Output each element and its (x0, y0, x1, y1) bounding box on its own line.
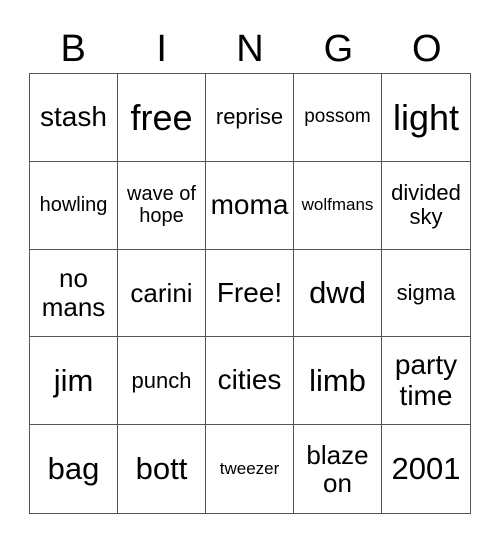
bingo-cell[interactable]: bag (30, 425, 118, 513)
bingo-cell[interactable]: limb (294, 337, 382, 426)
bingo-cell[interactable]: party time (382, 337, 470, 426)
bingo-cell[interactable]: stash (30, 74, 118, 162)
bingo-cell[interactable]: bott (118, 425, 206, 513)
bingo-cell[interactable]: possom (294, 74, 382, 162)
bingo-cell[interactable]: dwd (294, 249, 382, 338)
header-letter-g: G (323, 28, 354, 70)
bingo-cell[interactable]: moma (206, 161, 294, 250)
bingo-cell[interactable]: divided sky (382, 162, 470, 250)
bingo-cell[interactable]: no mans (30, 249, 118, 338)
bingo-cell[interactable]: punch (118, 337, 206, 426)
bingo-header: B I N G O (29, 26, 471, 72)
header-letter-o: O (412, 28, 442, 70)
header-letter-i: I (156, 28, 167, 70)
bingo-cell[interactable]: free (118, 74, 206, 162)
free-space-cell[interactable]: Free! (206, 249, 294, 338)
bingo-cell[interactable]: cities (206, 337, 294, 426)
bingo-cell[interactable]: wave of hope (118, 161, 206, 250)
bingo-cell[interactable]: wolfmans (294, 161, 382, 250)
bingo-cell[interactable]: sigma (382, 250, 470, 338)
bingo-cell[interactable]: blaze on (294, 425, 382, 513)
bingo-card: stash free reprise possom light howling … (29, 73, 471, 514)
bingo-cell[interactable]: carini (118, 249, 206, 338)
bingo-cell[interactable]: light (382, 74, 470, 162)
bingo-cell[interactable]: tweezer (206, 425, 294, 513)
header-letter-n: N (236, 28, 264, 70)
bingo-cell[interactable]: reprise (206, 74, 294, 162)
bingo-cell[interactable]: jim (30, 337, 118, 426)
bingo-cell[interactable]: 2001 (382, 425, 470, 513)
header-letter-b: B (60, 28, 86, 70)
bingo-cell[interactable]: howling (30, 161, 118, 250)
